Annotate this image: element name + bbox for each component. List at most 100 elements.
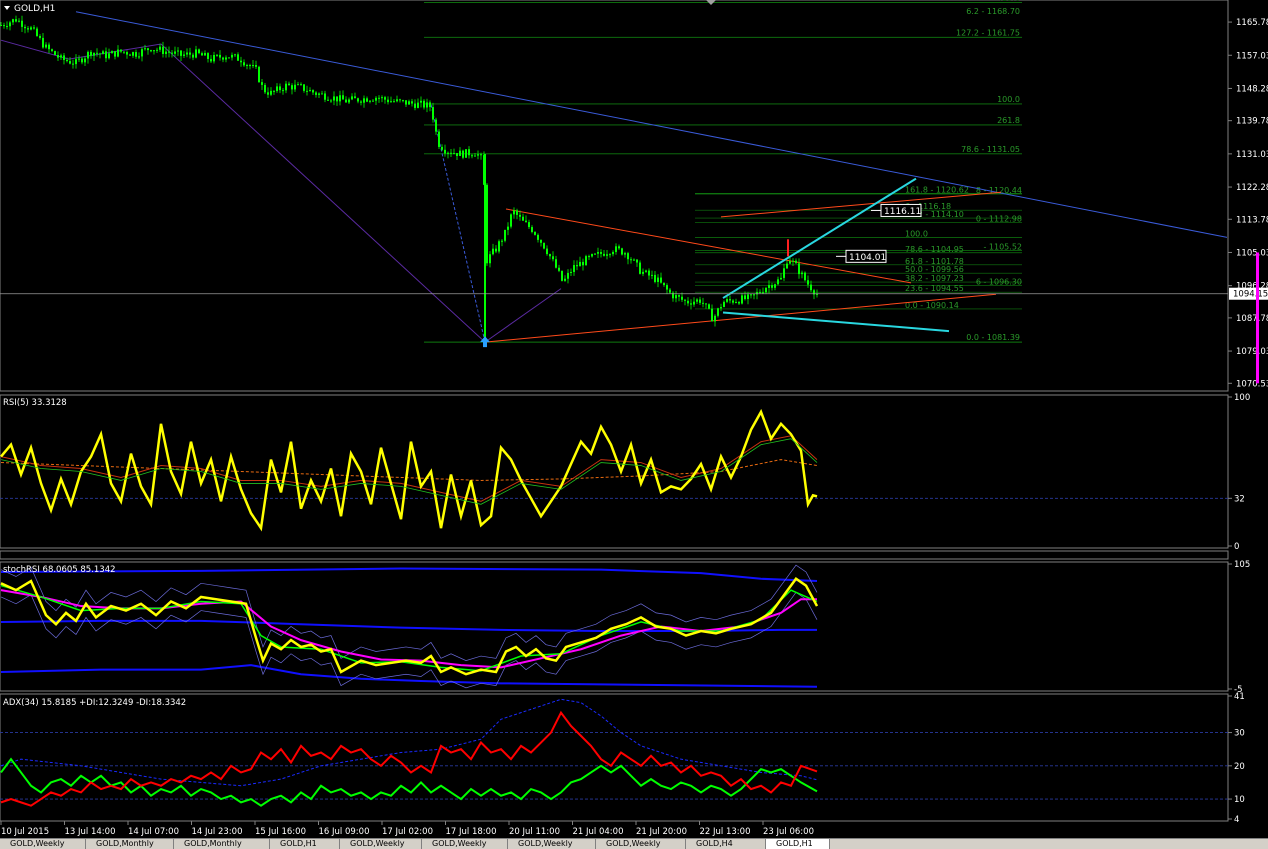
candle-body [102, 51, 104, 55]
candle-body [114, 51, 116, 57]
time-axis-label: 17 Jul 18:00 [446, 827, 497, 837]
candle-body [546, 248, 548, 255]
candle-body [687, 300, 689, 304]
fib-level-label: 100.0 [997, 95, 1020, 104]
candle-body [402, 100, 404, 102]
candle-body [504, 229, 506, 241]
price-axis-label: 1070.53 [1236, 379, 1268, 389]
candle-body [738, 302, 740, 304]
candle-body [18, 20, 20, 22]
time-axis-label: 22 Jul 13:00 [700, 827, 751, 837]
candle-body [627, 253, 629, 260]
axis-label: 10 [1234, 795, 1245, 805]
candle-body [618, 246, 620, 249]
candle-body [774, 284, 776, 288]
candle-body [543, 242, 545, 249]
candle-body [57, 55, 59, 58]
fib-level-label: 78.6 - 1131.05 [961, 145, 1020, 154]
candle-body [270, 90, 272, 95]
candle-body [348, 99, 350, 103]
candle-body [633, 259, 635, 261]
price-axis-label: 1079.03 [1236, 347, 1268, 357]
chart-background [0, 0, 1268, 848]
candle-body [318, 93, 320, 95]
candle-body [222, 57, 224, 60]
candle-body [309, 90, 311, 92]
candle-body [204, 53, 206, 56]
candle-body [645, 270, 647, 272]
candle-body [216, 54, 218, 56]
axis-label: 100 [1234, 393, 1250, 403]
candle-body [93, 52, 95, 56]
candle-body [438, 131, 440, 147]
candle-body [690, 303, 692, 305]
candle-body [123, 51, 125, 53]
fib2-level-label: - 1105.52 [983, 243, 1022, 252]
candle-body [765, 287, 767, 293]
candle-body [495, 248, 497, 252]
candle-body [252, 65, 254, 67]
candle-body [423, 100, 425, 108]
candle-body [162, 46, 164, 54]
rsi-title: RSI(5) 33.3128 [3, 398, 67, 408]
candle-body [36, 28, 38, 37]
candle-body [264, 84, 266, 93]
fib-level-label: 127.2 - 1161.75 [956, 28, 1020, 37]
axis-label: 4 [1234, 815, 1239, 825]
candle-body [612, 251, 614, 255]
time-axis-label: 14 Jul 07:00 [128, 827, 179, 837]
chart-window[interactable]: 423.6 127.2 - 1161.75 100.0 261.8 78.6 - 113… [0, 0, 1268, 848]
candle-body [210, 58, 212, 62]
candle-body [705, 303, 707, 305]
candle-body [429, 102, 431, 108]
candle-body [597, 252, 599, 254]
candle-body [321, 93, 323, 95]
candle-body [405, 100, 407, 105]
candle-body [363, 98, 365, 103]
candle-body [522, 216, 524, 221]
candle-body [225, 57, 227, 60]
candle-body [435, 119, 437, 132]
candle-body [798, 263, 800, 275]
candle-body [81, 58, 83, 63]
candle-body [108, 53, 110, 59]
fib2-level-label: 23.6 - 1094.55 [905, 284, 964, 293]
candle-body [237, 54, 239, 61]
candle-body [273, 90, 275, 92]
candle-body [792, 260, 794, 262]
candle-body [567, 272, 569, 279]
candle-body [327, 99, 329, 101]
candle-body [615, 246, 617, 252]
candle-body [624, 253, 626, 255]
candle-body [126, 52, 128, 55]
candle-body [630, 259, 632, 261]
candle-body [684, 299, 686, 301]
candle-body [294, 84, 296, 90]
candle-body [177, 50, 179, 52]
candle-body [312, 90, 314, 93]
candle-body [507, 226, 509, 230]
candle-body [513, 210, 515, 215]
candle-body [579, 261, 581, 267]
candle-body [528, 222, 530, 228]
candle-body [30, 27, 32, 30]
candle-body [468, 149, 470, 156]
candle-body [441, 146, 443, 150]
candle-body [570, 271, 572, 273]
fib2-level-label: 78.6 - 1104.95 [905, 245, 964, 254]
candle-body [48, 44, 50, 50]
axis-label: 0 [1234, 542, 1239, 552]
candle-body [87, 51, 89, 59]
candle-body [333, 96, 335, 101]
candle-body [453, 153, 455, 155]
candle-body [375, 97, 377, 101]
candle-body [84, 58, 86, 63]
candle-body [720, 307, 722, 309]
candle-body [552, 256, 554, 260]
candle-body [168, 51, 170, 53]
candle-body [399, 99, 401, 101]
candle-body [414, 103, 416, 108]
candle-body [408, 101, 410, 105]
candle-body [285, 83, 287, 91]
candle-body [306, 90, 308, 92]
